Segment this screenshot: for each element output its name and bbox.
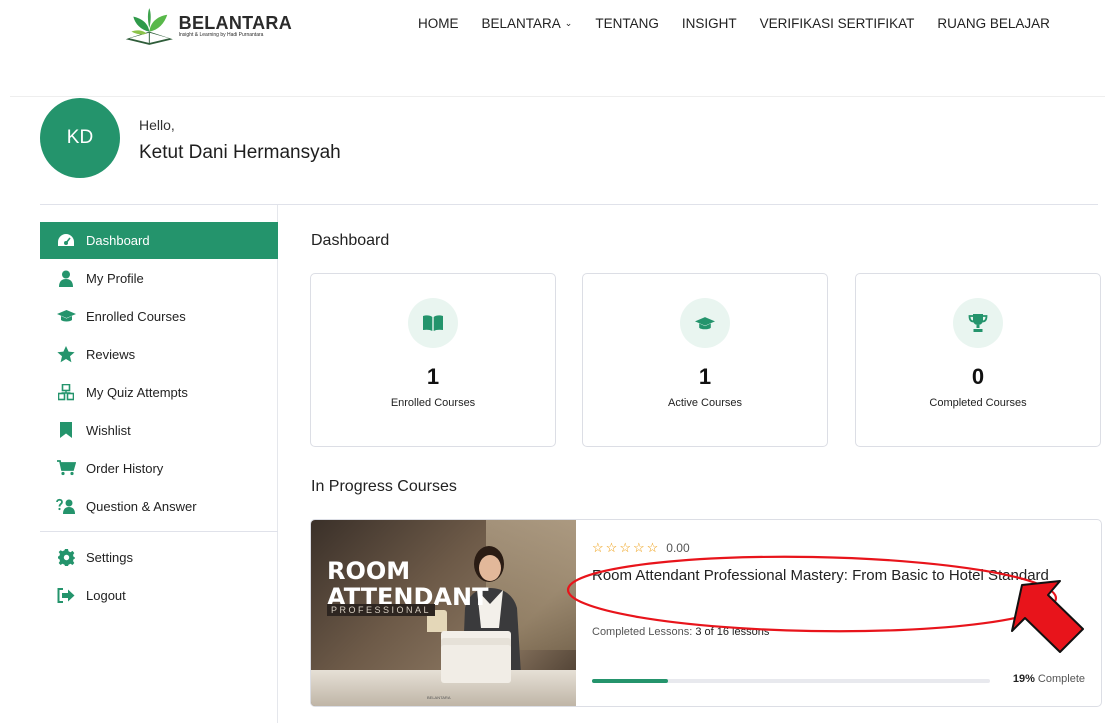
nav-tentang[interactable]: TENTANG — [595, 16, 659, 31]
sidebar-item-label: Dashboard — [86, 233, 150, 248]
thumb-brand: BELANTARA — [427, 695, 451, 700]
profile-divider — [40, 204, 1098, 205]
stat-value: 0 — [971, 364, 985, 389]
sidebar-item-reviews[interactable]: Reviews — [40, 335, 278, 373]
sidebar-item-wishlist[interactable]: Wishlist — [40, 411, 278, 449]
progress-fill — [592, 679, 668, 683]
sidebar-item-my-quiz-attempts[interactable]: My Quiz Attempts — [40, 373, 278, 411]
brand-name: BELANTARA — [178, 13, 292, 33]
sidebar: Dashboard My Profile Enrolled Courses Re… — [40, 222, 278, 614]
rating-value: 0.00 — [666, 541, 690, 555]
header-divider — [10, 96, 1105, 97]
star-outline-icon: ☆ — [605, 540, 618, 555]
quiz-icon — [56, 383, 76, 401]
lessons-label: Completed Lessons: — [592, 626, 693, 638]
nav-verifikasi-sertifikat[interactable]: VERIFIKASI SERTIFIKAT — [760, 16, 915, 31]
progress-text: 19% Complete — [1013, 673, 1085, 685]
sidebar-item-label: Wishlist — [86, 422, 131, 438]
star-outline-icon: ☆ — [592, 540, 604, 555]
book-icon — [408, 298, 458, 348]
chevron-down-icon: ⌄ — [564, 18, 573, 28]
nav-label: TENTANG — [595, 16, 659, 31]
graduation-cap-icon — [56, 307, 76, 325]
stat-label: Completed Courses — [929, 397, 1027, 409]
stat-label: Enrolled Courses — [390, 397, 476, 409]
course-rating: ☆ ☆ ☆ ☆ ☆ 0.00 — [592, 540, 690, 556]
nav-label: INSIGHT — [681, 16, 737, 31]
avatar: KD — [40, 98, 120, 178]
nav-home[interactable]: HOME — [418, 16, 459, 31]
gear-icon — [56, 548, 76, 566]
main-nav: HOME BELANTARA ⌄ TENTANG INSIGHT VERIFIKA… — [418, 16, 1073, 31]
logout-icon — [56, 586, 76, 604]
lessons-value: 3 of 16 lessons — [695, 626, 770, 638]
user-icon — [56, 269, 76, 287]
sidebar-separator — [40, 531, 278, 532]
sidebar-item-order-history[interactable]: Order History — [40, 449, 278, 487]
progress-suffix: Complete — [1037, 673, 1085, 685]
in-progress-title: In Progress Courses — [311, 478, 457, 495]
question-answer-icon — [56, 497, 76, 515]
progress-value: 19% — [1012, 673, 1035, 685]
nav-belantara[interactable]: BELANTARA ⌄ — [482, 16, 573, 31]
nav-label: BELANTARA — [481, 16, 561, 31]
nav-label: HOME — [418, 16, 459, 31]
progress-bar — [592, 679, 990, 683]
sidebar-item-label: Order History — [86, 460, 164, 476]
thumb-title-line1: ROOM — [327, 557, 411, 585]
sidebar-item-label: My Profile — [86, 270, 144, 286]
stat-value: 1 — [426, 364, 440, 389]
sidebar-item-my-profile[interactable]: My Profile — [40, 259, 278, 297]
greeting: Hello, — [139, 117, 175, 133]
thumb-subtitle: PROFESSIONAL — [327, 604, 436, 616]
sidebar-item-question-answer[interactable]: Question & Answer — [40, 487, 278, 525]
star-outline-icon: ☆ — [632, 540, 645, 555]
star-outline-icon: ☆ — [619, 540, 631, 555]
course-card[interactable]: ROOM ATTENDANT PROFESSIONAL BELANTARA ☆ … — [310, 519, 1102, 707]
nav-label: VERIFIKASI SERTIFIKAT — [759, 16, 915, 31]
user-name: Ketut Dani Hermansyah — [139, 142, 341, 163]
stat-label: Active Courses — [668, 397, 742, 409]
nav-label: RUANG BELAJAR — [937, 16, 1050, 31]
sidebar-item-label: Logout — [86, 587, 126, 603]
star-outline-icon: ☆ — [646, 540, 659, 555]
stat-card-completed: 0 Completed Courses — [855, 273, 1101, 447]
sidebar-item-label: Reviews — [86, 346, 136, 362]
completed-lessons: Completed Lessons: 3 of 16 lessons — [592, 626, 769, 638]
course-title-link[interactable]: Room Attendant Professional Mastery: Fro… — [592, 563, 1052, 589]
cart-icon — [56, 459, 76, 477]
course-thumbnail[interactable]: ROOM ATTENDANT PROFESSIONAL BELANTARA — [311, 520, 576, 706]
sidebar-item-label: Enrolled Courses — [86, 308, 186, 324]
stat-card-active: 1 Active Courses — [582, 273, 828, 447]
sidebar-item-enrolled-courses[interactable]: Enrolled Courses — [40, 297, 278, 335]
stat-card-enrolled: 1 Enrolled Courses — [310, 273, 556, 447]
sidebar-item-logout[interactable]: Logout — [40, 576, 278, 614]
thumb-towels — [441, 645, 511, 683]
sidebar-item-label: My Quiz Attempts — [86, 384, 188, 400]
nav-ruang-belajar[interactable]: RUANG BELAJAR — [937, 16, 1050, 31]
nav-insight[interactable]: INSIGHT — [682, 16, 737, 31]
sidebar-item-settings[interactable]: Settings — [40, 538, 278, 576]
bookmark-icon — [56, 421, 76, 439]
dashboard-icon — [56, 232, 76, 250]
sidebar-item-label: Settings — [86, 549, 133, 565]
trophy-icon — [953, 298, 1003, 348]
sidebar-item-label: Question & Answer — [86, 498, 197, 514]
sidebar-item-dashboard[interactable]: Dashboard — [40, 222, 278, 259]
star-icon — [56, 345, 76, 363]
thumb-title: ROOM ATTENDANT — [327, 558, 488, 610]
brand-logo[interactable]: BELANTARA Insight & Learning by Hadi Pur… — [122, 5, 292, 47]
stat-value: 1 — [698, 364, 712, 389]
logo-icon — [125, 8, 173, 45]
page-title: Dashboard — [311, 232, 390, 249]
graduation-cap-icon — [680, 298, 730, 348]
